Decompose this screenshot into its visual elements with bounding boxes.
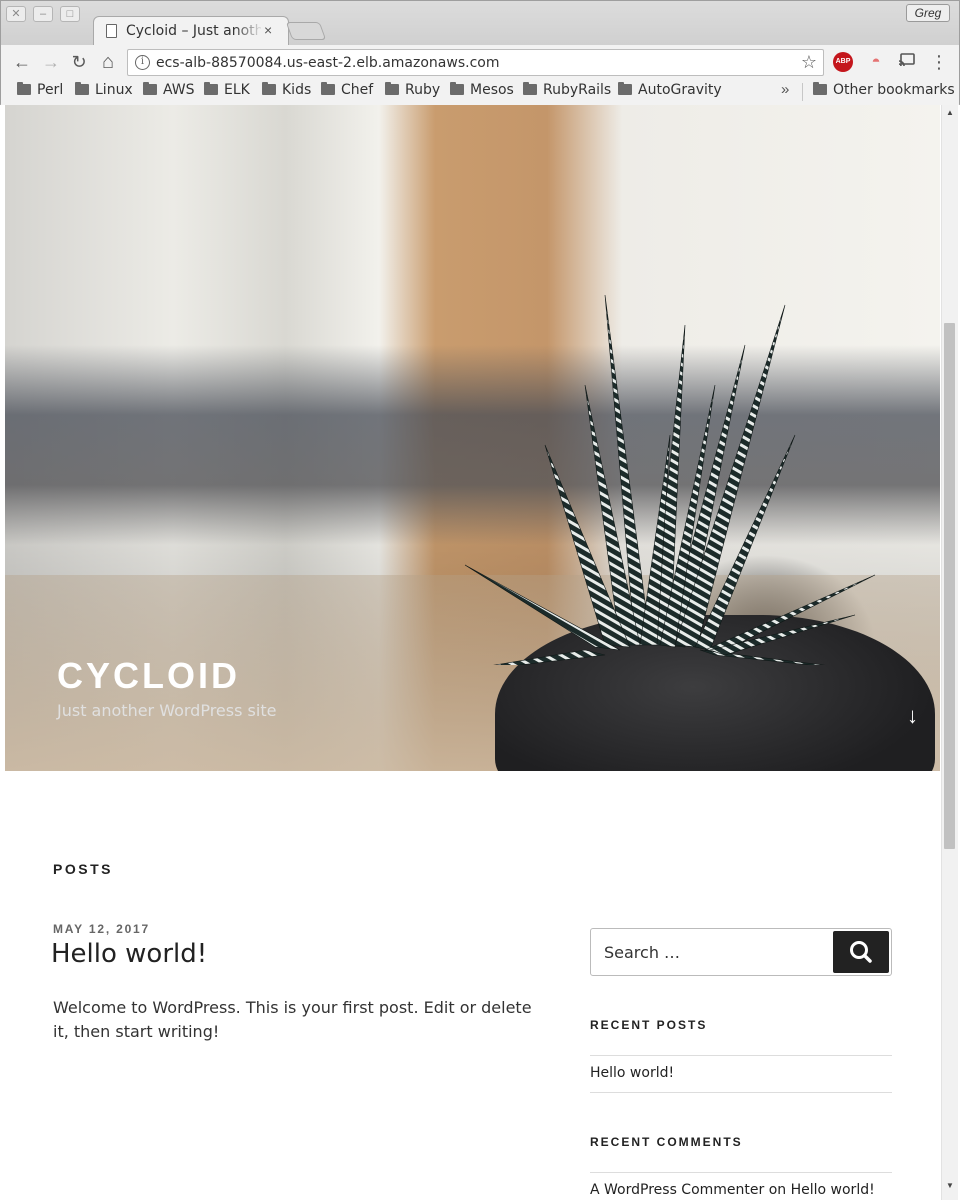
- folder-icon: [262, 82, 276, 95]
- divider: [590, 1172, 892, 1173]
- bookmark-folder[interactable]: Ruby: [385, 82, 440, 102]
- folder-icon: [321, 82, 335, 95]
- back-icon[interactable]: ←: [11, 51, 33, 73]
- recent-comment-link[interactable]: A WordPress Commenter on Hello world!: [590, 1182, 875, 1198]
- recent-comments-heading: RECENT COMMENTS: [590, 1135, 743, 1149]
- adblock-icon[interactable]: ABP: [833, 52, 853, 72]
- folder-icon: [813, 82, 827, 95]
- bookmark-folder[interactable]: AutoGravity: [618, 82, 722, 102]
- scrollbar[interactable]: ▲ ▼: [941, 105, 958, 1200]
- scrollbar-thumb[interactable]: [944, 323, 955, 849]
- browser-window: ✕ – □ Cycloid – Just another WordPress s…: [0, 0, 960, 105]
- recent-posts-heading: RECENT POSTS: [590, 1018, 708, 1032]
- tab-title-fade: [234, 21, 264, 43]
- search-icon: [850, 941, 872, 963]
- home-icon[interactable]: ⌂: [97, 51, 119, 73]
- post-date[interactable]: MAY 12, 2017: [53, 922, 150, 936]
- url-text[interactable]: ecs-alb-88570084.us-east-2.elb.amazonaws…: [156, 55, 499, 71]
- site-description: Just another WordPress site: [57, 701, 277, 720]
- folder-icon: [523, 82, 537, 95]
- bookmarks-bar: Perl Linux AWS ELK Kids Chef Ruby Mesos …: [1, 79, 959, 105]
- post-title[interactable]: Hello world!: [51, 939, 207, 969]
- new-tab-button[interactable]: [285, 22, 327, 40]
- divider: [590, 1092, 892, 1093]
- profile-button[interactable]: Greg: [906, 4, 950, 22]
- bookmark-folder[interactable]: Chef: [321, 82, 373, 102]
- scroll-up-arrow-icon[interactable]: ▲: [946, 108, 954, 117]
- minimize-window-icon[interactable]: –: [33, 6, 53, 22]
- bookmark-folder[interactable]: Linux: [75, 82, 133, 102]
- forward-icon[interactable]: →: [40, 51, 62, 73]
- search-input[interactable]: [592, 930, 832, 974]
- folder-icon: [17, 82, 31, 95]
- close-window-icon[interactable]: ✕: [6, 6, 26, 22]
- reload-icon[interactable]: ↻: [68, 51, 90, 73]
- info-icon[interactable]: i: [135, 55, 150, 70]
- folder-icon: [385, 82, 399, 95]
- toolbar: ← → ↻ ⌂ i ecs-alb-88570084.us-east-2.elb…: [1, 45, 959, 79]
- recent-post-link[interactable]: Hello world!: [590, 1065, 674, 1081]
- extension-icon[interactable]: ◓: [866, 52, 886, 72]
- title-bar: ✕ – □ Cycloid – Just another WordPress s…: [1, 1, 959, 46]
- scroll-down-arrow-icon[interactable]: ▼: [946, 1181, 954, 1190]
- tab-active[interactable]: Cycloid – Just another WordPress site ×: [93, 16, 289, 46]
- bookmarks-divider: [802, 83, 803, 101]
- bookmark-star-icon[interactable]: ☆: [801, 52, 817, 73]
- bookmark-folder[interactable]: Perl: [17, 82, 63, 102]
- folder-icon: [75, 82, 89, 95]
- posts-heading: POSTS: [53, 861, 113, 877]
- bookmarks-overflow-icon[interactable]: »: [781, 81, 789, 98]
- search-form: [590, 928, 892, 976]
- address-bar[interactable]: i ecs-alb-88570084.us-east-2.elb.amazona…: [127, 49, 824, 76]
- folder-icon: [143, 82, 157, 95]
- bookmark-folder[interactable]: Kids: [262, 82, 311, 102]
- close-tab-icon[interactable]: ×: [264, 22, 272, 38]
- divider: [590, 1055, 892, 1056]
- other-bookmarks-folder[interactable]: Other bookmarks: [813, 82, 955, 102]
- maximize-window-icon[interactable]: □: [60, 6, 80, 22]
- bookmark-folder[interactable]: RubyRails: [523, 82, 611, 102]
- folder-icon: [204, 82, 218, 95]
- menu-icon[interactable]: ⋮: [929, 52, 949, 72]
- header-image-plant: [464, 294, 876, 665]
- folder-icon: [618, 82, 632, 95]
- bookmark-folder[interactable]: ELK: [204, 82, 250, 102]
- site-title[interactable]: CYCLOID: [57, 655, 240, 697]
- folder-icon: [450, 82, 464, 95]
- post-excerpt: Welcome to WordPress. This is your first…: [53, 998, 532, 1041]
- page-icon: [106, 24, 117, 38]
- page-viewport: CYCLOID Just another WordPress site ↓ PO…: [1, 105, 941, 1200]
- header-image: CYCLOID Just another WordPress site ↓: [5, 105, 940, 771]
- scroll-down-arrow-icon[interactable]: ↓: [907, 703, 918, 729]
- bookmark-folder[interactable]: AWS: [143, 82, 195, 102]
- search-button[interactable]: [833, 931, 889, 973]
- bookmark-folder[interactable]: Mesos: [450, 82, 514, 102]
- cast-icon[interactable]: [897, 52, 917, 72]
